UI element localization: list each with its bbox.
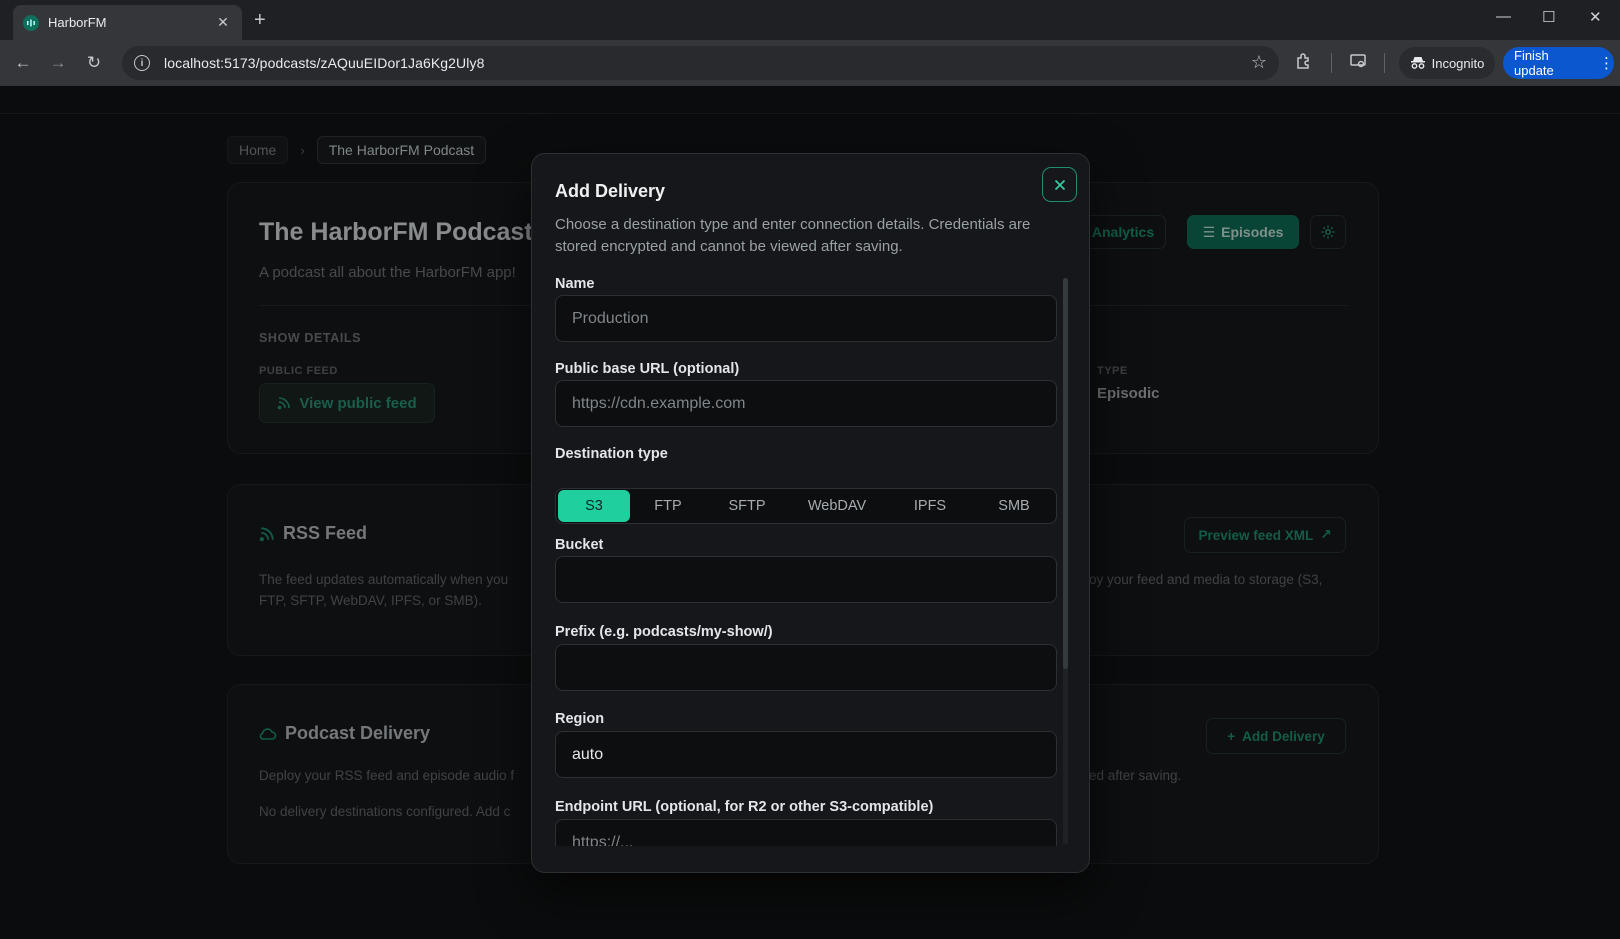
reload-icon[interactable]: ↻ [83, 52, 105, 74]
dest-type-sftp[interactable]: SFTP [706, 490, 788, 522]
dialog-description: Choose a destination type and enter conn… [555, 216, 1031, 255]
more-menu-icon[interactable]: ⋮ [1599, 54, 1614, 72]
base-url-label: Public base URL (optional) [555, 361, 740, 377]
bookmark-star-icon[interactable]: ☆ [1251, 52, 1267, 73]
browser-tabbar: HarborFM ✕ + — ☐ ✕ [0, 0, 1620, 40]
dialog-title: Add Delivery [555, 181, 666, 201]
prefix-label: Prefix (e.g. podcasts/my-show/) [555, 624, 773, 640]
dest-type-webdav[interactable]: WebDAV [788, 490, 886, 522]
url-text: localhost:5173/podcasts/zAQuuEIDor1Ja6Kg… [164, 55, 485, 71]
tab-title: HarborFM [48, 15, 107, 30]
bucket-label: Bucket [555, 537, 604, 553]
close-icon [1054, 179, 1065, 190]
media-cast-icon[interactable] [1349, 52, 1367, 75]
destination-type-label: Destination type [555, 446, 668, 462]
browser-toolbar: ← → ↻ i localhost:5173/podcasts/zAQuuEID… [0, 40, 1620, 86]
site-info-icon[interactable]: i [134, 55, 150, 71]
extensions-icon[interactable] [1295, 52, 1313, 75]
toolbar-separator [1384, 53, 1385, 73]
delivery-form: Name Public base URL (optional) Destinat… [555, 276, 1058, 846]
minimize-icon[interactable]: — [1496, 8, 1511, 25]
dest-type-ftp[interactable]: FTP [630, 490, 706, 522]
prefix-input[interactable] [555, 644, 1057, 691]
endpoint-url-input[interactable] [555, 819, 1057, 846]
incognito-icon [1410, 57, 1425, 69]
toolbar-separator [1331, 53, 1332, 73]
address-bar[interactable]: i localhost:5173/podcasts/zAQuuEIDor1Ja6… [122, 46, 1279, 80]
dest-type-s3[interactable]: S3 [558, 490, 630, 522]
dest-type-ipfs[interactable]: IPFS [886, 490, 974, 522]
name-input[interactable] [555, 295, 1057, 342]
region-input[interactable] [555, 731, 1057, 778]
add-delivery-dialog: Add Delivery Choose a destination type a… [531, 153, 1090, 873]
base-url-input[interactable] [555, 380, 1057, 427]
dialog-scroll-thumb[interactable] [1063, 278, 1068, 669]
maximize-icon[interactable]: ☐ [1542, 8, 1555, 26]
bucket-input[interactable] [555, 556, 1057, 603]
name-label: Name [555, 276, 595, 292]
incognito-label: Incognito [1431, 55, 1485, 71]
finish-update-label: Finish update [1514, 48, 1554, 78]
tab-close-icon[interactable]: ✕ [214, 14, 232, 31]
harborfm-favicon-icon [23, 14, 39, 31]
region-label: Region [555, 711, 605, 727]
finish-update-button[interactable]: Finish update ⋮ [1503, 47, 1614, 79]
new-tab-icon[interactable]: + [254, 9, 266, 31]
dialog-close-button[interactable] [1042, 167, 1077, 202]
dialog-scrollbar[interactable] [1063, 278, 1068, 844]
destination-type-selector: S3 FTP SFTP WebDAV IPFS SMB [555, 488, 1057, 524]
incognito-indicator[interactable]: Incognito [1399, 47, 1495, 79]
browser-tab[interactable]: HarborFM ✕ [13, 5, 242, 40]
back-icon[interactable]: ← [12, 52, 34, 74]
forward-icon[interactable]: → [47, 52, 69, 74]
close-window-icon[interactable]: ✕ [1589, 8, 1602, 26]
endpoint-url-label: Endpoint URL (optional, for R2 or other … [555, 799, 934, 815]
dest-type-smb[interactable]: SMB [974, 490, 1054, 522]
